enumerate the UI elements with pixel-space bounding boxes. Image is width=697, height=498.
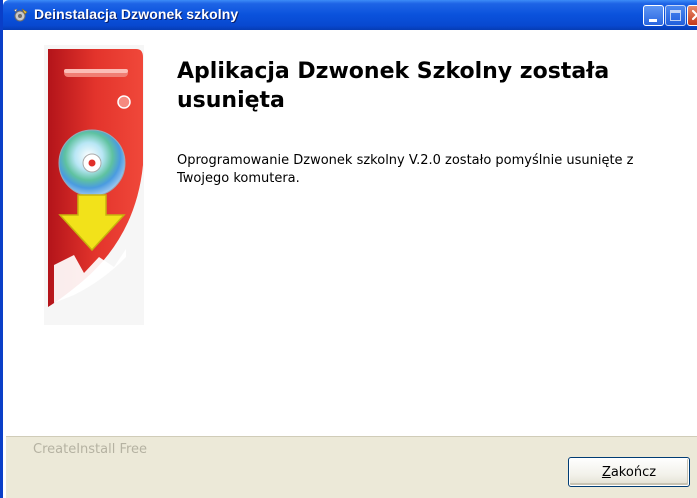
- content-area: Aplikacja Dzwonek Szkolny została usunię…: [6, 30, 697, 436]
- minimize-icon: [649, 19, 657, 22]
- close-button[interactable]: [687, 5, 697, 26]
- maximize-button[interactable]: [665, 5, 686, 26]
- uninstall-side-graphic: [44, 45, 144, 325]
- finish-button[interactable]: Zakończ: [568, 457, 690, 487]
- installer-brand-label: CreateInstall Free: [33, 442, 148, 457]
- finish-label-rest: akończ: [610, 464, 657, 480]
- button-bar: CreateInstall Free Zakończ: [6, 436, 697, 498]
- close-icon: [691, 9, 697, 21]
- uninstall-message: Oprogramowanie Dzwonek szkolny V.2.0 zos…: [177, 153, 634, 186]
- title-bar[interactable]: Deinstalacja Dzwonek szkolny: [3, 0, 697, 30]
- window-title: Deinstalacja Dzwonek szkolny: [34, 6, 239, 22]
- uninstaller-window: Deinstalacja Dzwonek szkolny Aplikacja D…: [0, 0, 697, 498]
- minimize-button[interactable]: [643, 5, 664, 26]
- maximize-icon: [670, 10, 681, 21]
- finish-accelerator: Z: [601, 464, 611, 480]
- finish-button-label: Zakończ: [602, 465, 656, 480]
- installer-gear-icon: [13, 8, 28, 22]
- page-title: Aplikacja Dzwonek Szkolny została usunię…: [177, 59, 610, 113]
